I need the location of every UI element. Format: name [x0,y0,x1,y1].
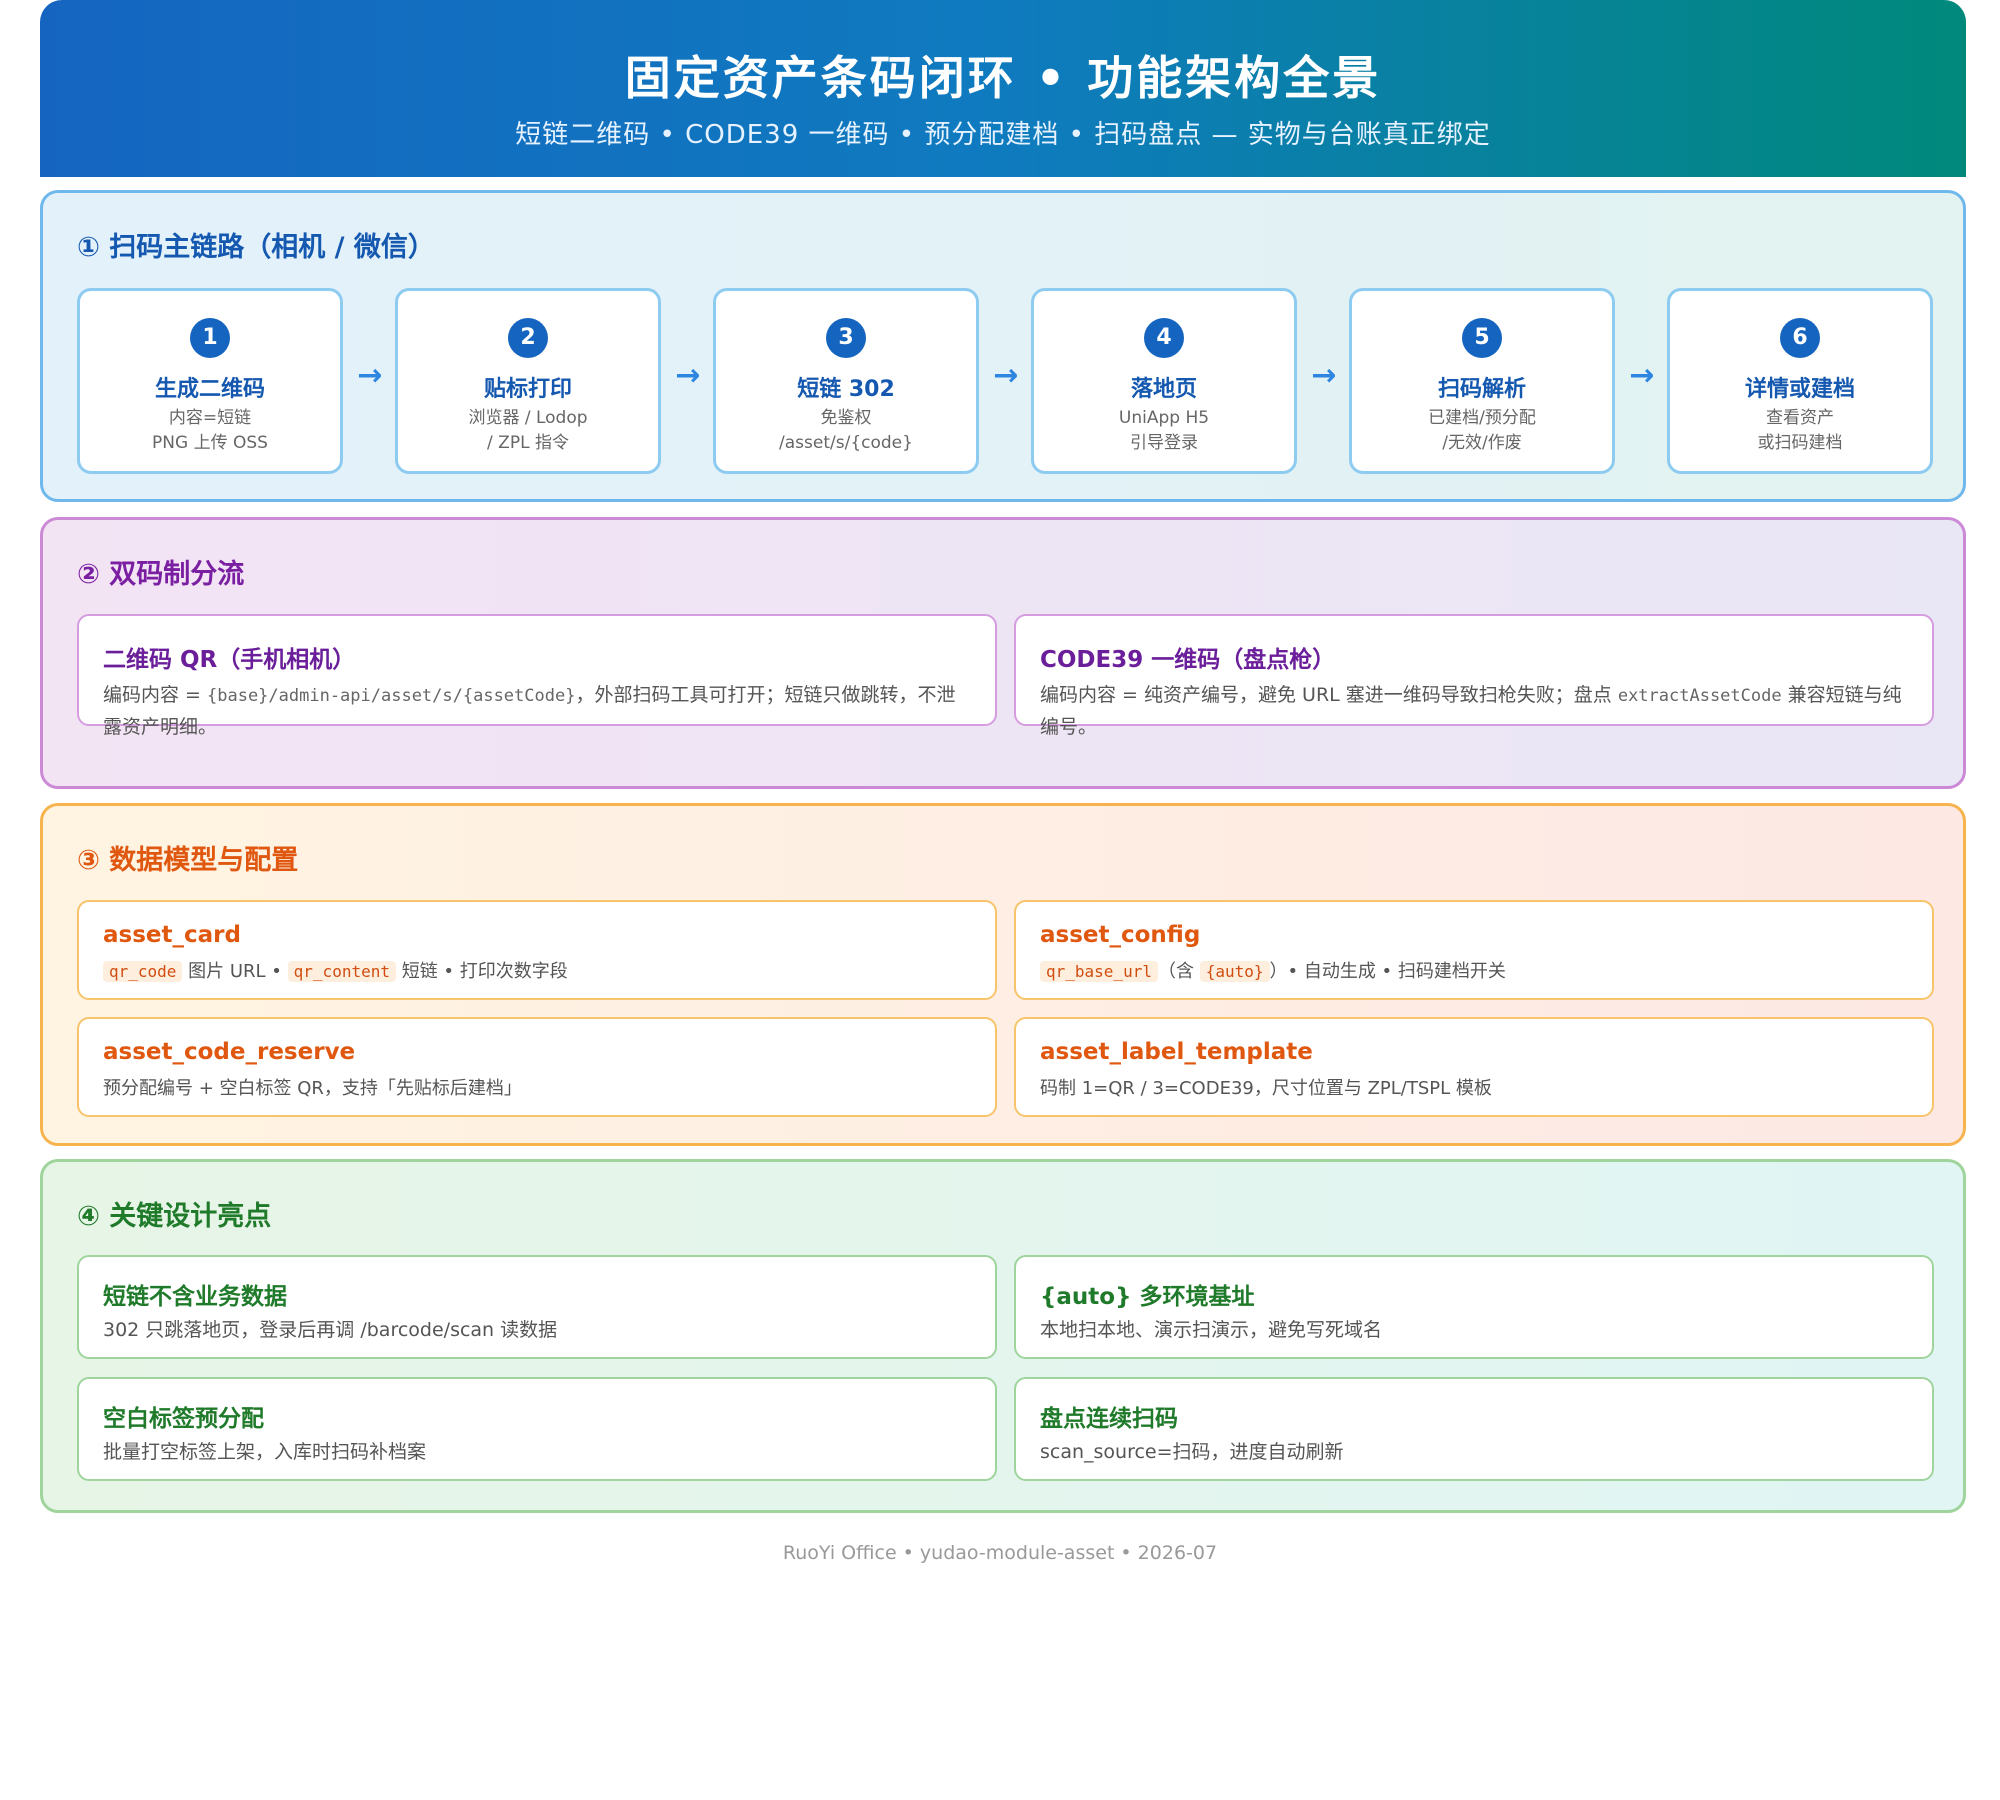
card-highlight: 短链不含业务数据 302 只跳落地页，登录后再调 /barcode/scan 读… [77,1255,997,1359]
card-title: {auto} 多环境基址 [1040,1284,1255,1310]
step-number: 1 [190,318,230,358]
desc-text: （含 [1157,961,1200,982]
flow-step-5: 5 扫码解析 已建档/预分配/无效/作废 [1349,288,1615,474]
footer-credit: RuoYi Office • yudao-module-asset • 2026… [782,1542,1218,1564]
step-title: 详情或建档 [1744,377,1855,402]
card-title: CODE39 一维码（盘点枪） [1040,647,1336,673]
section-title: ④ 关键设计亮点 [77,1201,272,1232]
flow-step-4: 4 落地页 UniApp H5 引导登录 [1031,288,1297,474]
desc-text: 编码内容 = [103,684,207,706]
card-title: asset_card [103,922,241,948]
card-title: 二维码 QR（手机相机） [103,647,356,673]
flow-step-1: 1 生成二维码 内容=短链 PNG 上传 OSS [77,288,343,474]
step-desc: 查看资产 或扫码建档 [1676,406,1924,456]
arrow-right-icon: → [675,358,701,393]
section-scan-main-flow: ① 扫码主链路（相机 / 微信） 1 生成二维码 内容=短链 PNG 上传 OSS… [40,190,1966,502]
section-title: ① 扫码主链路（相机 / 微信） [77,232,435,263]
step-desc-line: 或扫码建档 [1757,433,1843,453]
step-desc-line: 浏览器 / Lodop [468,408,588,428]
card-desc: 预分配编号 + 空白标签 QR，支持「先贴标后建档」 [103,1078,522,1099]
card-asset-code-reserve: asset_code_reserve 预分配编号 + 空白标签 QR，支持「先贴… [77,1017,997,1117]
card-desc: 码制 1=QR / 3=CODE39，尺寸位置与 ZPL/TSPL 模板 [1040,1078,1492,1099]
arrow-right-icon: → [1629,358,1655,393]
field-tag: qr_code [103,961,183,982]
card-desc: qr_code 图片 URL • qr_content 短链 • 打印次数字段 [103,956,973,987]
step-title: 落地页 [1130,377,1197,402]
arrow-right-icon: → [1311,358,1337,393]
flow-step-3: 3 短链 302 免鉴权/asset/s/{code} [713,288,979,474]
step-desc-line: /asset/s/{code} [779,433,913,453]
card-title: asset_code_reserve [103,1039,356,1065]
card-desc: 批量打空标签上架，入库时扫码补档案 [103,1441,427,1463]
desc-text: 短链 • 打印次数字段 [395,961,568,982]
step-desc-line: / ZPL 指令 [487,433,569,453]
step-title: 生成二维码 [154,377,265,402]
section-key-highlights: ④ 关键设计亮点 短链不含业务数据 302 只跳落地页，登录后再调 /barco… [40,1159,1966,1513]
step-desc: UniApp H5 引导登录 [1040,406,1288,456]
section-dual-code: ② 双码制分流 二维码 QR（手机相机） 编码内容 = {base}/admin… [40,517,1966,789]
step-desc-line: 引导登录 [1130,433,1198,453]
card-asset-label-template: asset_label_template 码制 1=QR / 3=CODE39，… [1014,1017,1934,1117]
step-desc-line: UniApp H5 [1118,408,1210,428]
field-tag: qr_content [287,961,396,982]
page-title: 固定资产条码闭环 • 功能架构全景 [624,51,1382,105]
section-title: ② 双码制分流 [77,559,245,590]
card-asset-config: asset_config qr_base_url （含 {auto} ）• 自动生成… [1014,900,1934,1000]
card-code39: CODE39 一维码（盘点枪） 编码内容 = 纯资产编号，避免 URL 塞进一维… [1014,614,1934,738]
desc-text: 图片 URL • [182,961,288,982]
field-tag: {auto} [1199,961,1270,982]
step-number: 3 [826,318,866,358]
header-banner: 固定资产条码闭环 • 功能架构全景 短链二维码 • CODE39 一维码 • 预… [40,0,1966,177]
section-title: ③ 数据模型与配置 [77,845,299,876]
step-desc-line: 免鉴权 [820,408,872,428]
step-desc-line: /无效/作废 [1442,433,1522,453]
card-title: asset_config [1040,922,1201,948]
step-number: 4 [1144,318,1184,358]
code-snippet: {base}/admin-api/asset/s/{assetCode} [207,686,576,706]
card-highlight: 盘点连续扫码 scan_source=扫码，进度自动刷新 [1014,1377,1934,1481]
step-desc-line: PNG 上传 OSS [152,433,268,453]
section-data-model: ③ 数据模型与配置 asset_card qr_code 图片 URL • qr… [40,803,1966,1146]
card-desc: 本地扫本地、演示扫演示，避免写死域名 [1040,1319,1383,1341]
card-desc: 编码内容 = {base}/admin-api/asset/s/{assetCo… [103,680,973,743]
card-title: 空白标签预分配 [103,1406,264,1432]
card-desc: 302 只跳落地页，登录后再调 /barcode/scan 读数据 [103,1319,558,1341]
step-desc-line: 内容=短链 [168,408,252,428]
step-title: 扫码解析 [1437,377,1526,402]
card-highlight: 空白标签预分配 批量打空标签上架，入库时扫码补档案 [77,1377,997,1481]
arrow-right-icon: → [993,358,1019,393]
flow-step-6: 6 详情或建档 查看资产或扫码建档 [1667,288,1933,474]
step-desc-line: 已建档/预分配 [1428,408,1536,428]
step-number: 6 [1780,318,1820,358]
card-desc: 编码内容 = 纯资产编号，避免 URL 塞进一维码导致扫枪失败；盘点 extra… [1040,680,1910,743]
page-subtitle: 短链二维码 • CODE39 一维码 • 预分配建档 • 扫码盘点 — 实物与台… [515,120,1491,150]
card-desc: qr_base_url （含 {auto} ）• 自动生成 • 扫码建档开关 [1040,956,1910,987]
card-desc: scan_source=扫码，进度自动刷新 [1040,1441,1344,1463]
step-title: 贴标打印 [483,377,572,402]
desc-text: 编码内容 = 纯资产编号，避免 URL 塞进一维码导致扫枪失败；盘点 [1040,684,1618,706]
step-desc: 免鉴权/asset/s/{code} [722,406,970,456]
card-highlight: {auto} 多环境基址 本地扫本地、演示扫演示，避免写死域名 [1014,1255,1934,1359]
card-asset-card: asset_card qr_code 图片 URL • qr_content 短… [77,900,997,1000]
step-desc-line: 查看资产 [1766,408,1834,428]
step-desc: 已建档/预分配/无效/作废 [1358,406,1606,456]
step-number: 5 [1462,318,1502,358]
step-desc: 浏览器 / Lodop / ZPL 指令 [404,406,652,456]
code-snippet: extractAssetCode [1617,686,1782,706]
card-qr-code: 二维码 QR（手机相机） 编码内容 = {base}/admin-api/ass… [77,614,997,738]
card-title: 短链不含业务数据 [103,1284,287,1310]
flow-step-2: 2 贴标打印 浏览器 / Lodop / ZPL 指令 [395,288,661,474]
step-number: 2 [508,318,548,358]
field-tag: qr_base_url [1040,961,1158,982]
card-title: 盘点连续扫码 [1040,1406,1178,1432]
step-desc: 内容=短链 PNG 上传 OSS [86,406,334,456]
arrow-right-icon: → [357,358,383,393]
step-title: 短链 302 [797,377,895,402]
desc-text: ）• 自动生成 • 扫码建档开关 [1269,961,1506,982]
card-title: asset_label_template [1040,1039,1313,1065]
